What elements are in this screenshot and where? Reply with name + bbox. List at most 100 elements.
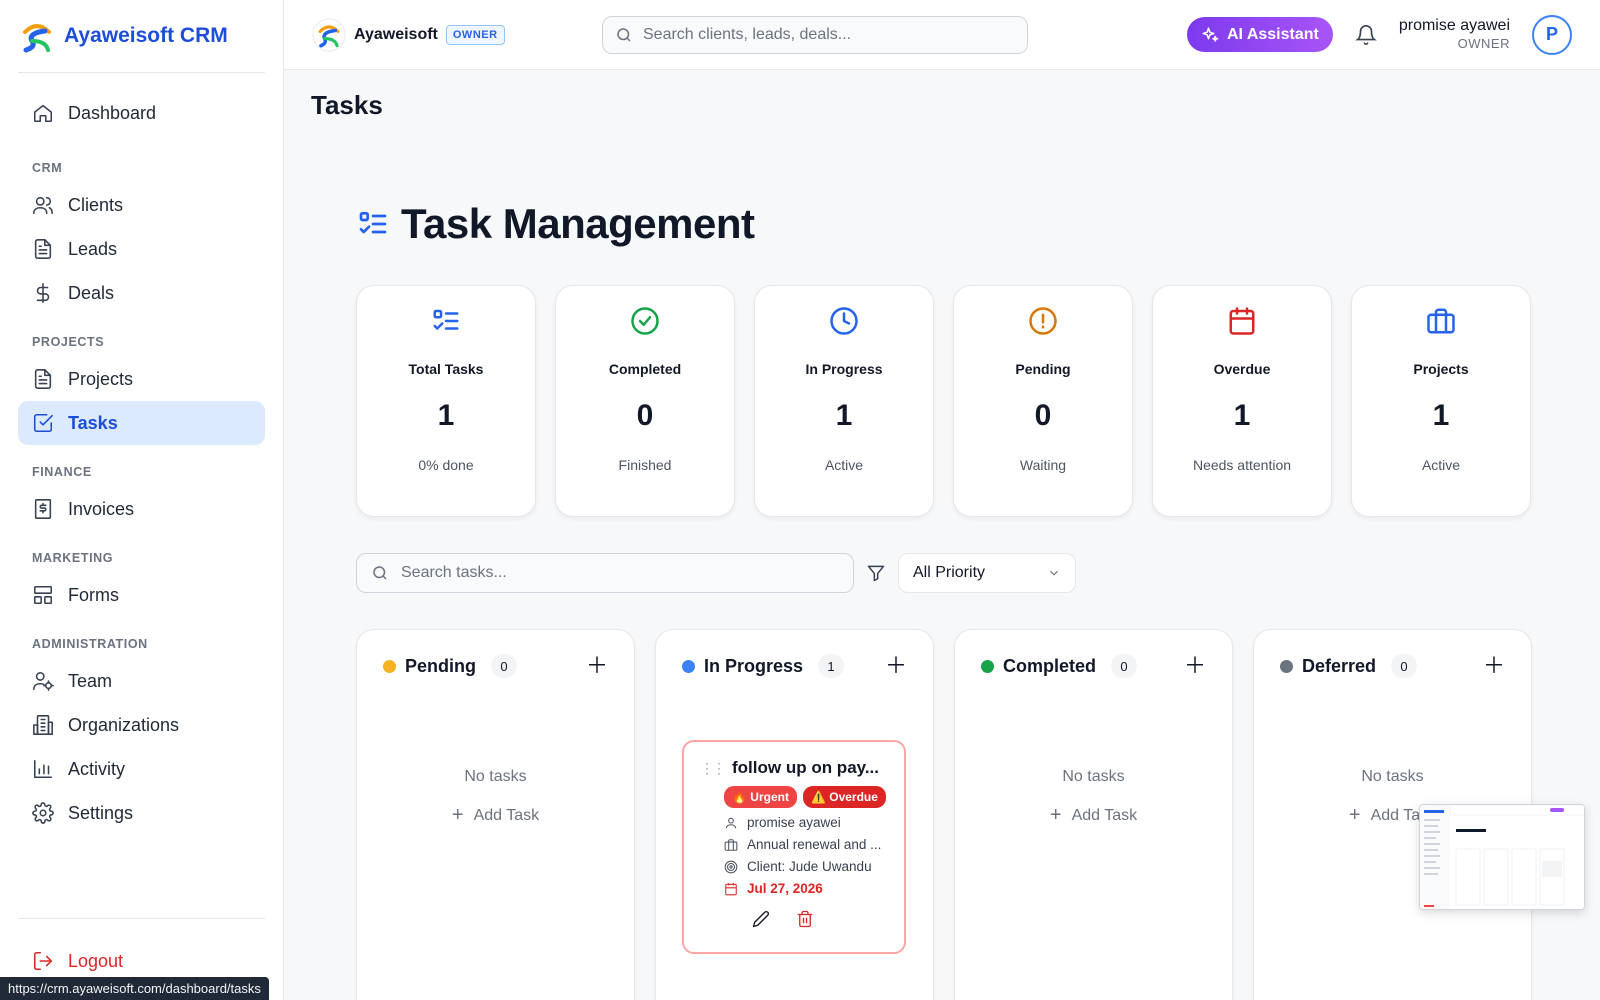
user-icon [725,817,737,828]
task-search-placeholder: Search tasks... [401,564,507,581]
check-circle-icon [631,307,659,335]
filters-bar: Search tasks... All Priority [356,553,1076,593]
role-badge: OWNER [445,24,505,45]
sidebar-item-leads[interactable]: Leads [18,227,265,271]
global-search-input[interactable]: Search clients, leads, deals... [602,15,1028,54]
sidebar-item-label: Activity [68,758,126,779]
stat-card-overdue: Overdue 1 Needs attention [1152,285,1332,517]
status-bar-url: https://crm.ayaweisoft.com/dashboard/tas… [0,977,269,1000]
sidebar-item-deals[interactable]: Deals [18,271,265,315]
section-label-marketing: MARKETING [32,551,114,565]
sidebar-item-activity[interactable]: Activity [18,747,265,791]
org-switcher[interactable]: Ayaweisoft OWNER [312,17,602,52]
add-task-label: Add Task [473,806,540,824]
stat-label: Total Tasks [408,361,484,377]
column-count: 0 [1391,654,1418,678]
priority-select[interactable]: All Priority [898,553,1076,593]
stat-subtext: Waiting [1019,457,1067,473]
chevron-down-icon [1050,570,1058,576]
task-title: follow up on pay... [732,758,880,777]
sidebar-item-dashboard[interactable]: Dashboard [18,91,265,135]
sidebar-item-clients[interactable]: Clients [18,183,265,227]
add-task-plus-button[interactable]: ＋ [1184,655,1206,677]
plus-icon: + [1348,804,1361,826]
user-info[interactable]: promise ayawei OWNER [1399,16,1510,52]
topbar-right: AI Assistant promise ayawei OWNER P [1186,14,1572,55]
plus-icon: + [1049,804,1062,826]
logout-label: Logout [68,950,124,971]
brand-name: Ayaweisoft CRM [64,24,228,47]
stat-card-completed: Completed 0 Finished [555,285,735,517]
stat-value: 1 [835,399,853,432]
bell-icon[interactable] [1354,24,1377,46]
urgent-badge: 🔥 Urgent [724,786,797,808]
task-card[interactable]: ⋮⋮ follow up on pay... 🔥 Urgent ⚠️ Overd… [682,740,906,954]
file-text-icon [34,369,52,389]
brand[interactable]: Ayaweisoft CRM [0,0,283,72]
search-icon [617,27,631,42]
column-count: 1 [818,654,845,678]
logout-icon [33,951,53,971]
stat-label: In Progress [805,361,883,377]
sidebar-item-organizations[interactable]: Organizations [18,703,265,747]
window-preview-thumbnail[interactable] [1419,804,1585,910]
sidebar-item-team[interactable]: Team [18,659,265,703]
task-search-input[interactable]: Search tasks... [356,553,854,593]
edit-icon[interactable] [752,910,770,928]
sidebar-item-label: Leads [68,238,118,259]
avatar[interactable]: P [1532,14,1572,55]
task-project: Annual renewal and ... [724,837,890,852]
add-task-plus-button[interactable]: ＋ [885,655,907,677]
stat-subtext: Active [1421,457,1461,473]
sidebar-item-invoices[interactable]: Invoices [18,487,265,531]
task-client-name: Client: Jude Uwandu [747,859,872,874]
stat-label: Pending [1015,361,1071,377]
empty-state: No tasks [464,768,527,785]
drag-handle-icon[interactable]: ⋮⋮ [700,760,726,777]
sidebar-item-settings[interactable]: Settings [18,791,265,835]
task-badges: 🔥 Urgent ⚠️ Overdue [724,786,890,808]
stats-row: Total Tasks 1 0% done Completed 0 Finish… [356,285,1531,517]
trash-icon[interactable] [796,910,814,928]
sidebar-item-label: Invoices [68,498,135,519]
column-title: Pending [405,655,476,676]
sidebar-item-label: Organizations [68,714,180,735]
add-task-plus-button[interactable]: ＋ [1483,655,1505,677]
status-dot [383,659,396,673]
section-label-projects: PROJECTS [32,335,105,349]
org-name: Ayaweisoft [354,25,438,43]
column-title: In Progress [704,655,804,676]
add-task-button[interactable]: + Add Task [955,804,1232,827]
task-due-date: Jul 27, 2026 [724,881,890,896]
filter-icon [867,565,885,582]
section-label-administration: ADMINISTRATION [32,637,148,651]
bar-chart-icon [33,759,53,779]
sidebar-item-label: Projects [68,368,134,389]
layout-icon [33,585,53,605]
sidebar-nav: Dashboard CRM Clients Leads Deals PROJEC… [0,73,283,835]
task-title-row: ⋮⋮ follow up on pay... [700,758,890,778]
stat-subtext: Active [824,457,864,473]
search-icon [373,566,387,580]
target-icon [724,860,738,873]
sidebar-item-forms[interactable]: Forms [18,573,265,617]
ai-assistant-button[interactable]: AI Assistant [1186,17,1333,52]
column-count: 0 [491,654,517,678]
list-checks-icon [433,309,459,330]
user-cog-icon [33,671,54,691]
add-task-plus-button[interactable]: ＋ [586,655,608,677]
calendar-icon [725,882,737,895]
task-assignee-name: promise ayawei [747,815,841,830]
sidebar-item-tasks[interactable]: Tasks [18,401,265,445]
sidebar-item-projects[interactable]: Projects [18,357,265,401]
task-assignee: promise ayawei [724,815,890,830]
add-task-button[interactable]: + Add Task [357,804,634,827]
column-header: Deferred 0 ＋ [1254,630,1531,678]
kanban-board: Pending 0 ＋ No tasks + Add Task In Progr… [356,629,1532,1000]
column-title: Completed [1003,655,1097,676]
task-client: Client: Jude Uwandu [724,859,890,874]
column-title: Deferred [1302,655,1377,676]
gear-icon [32,802,54,824]
stat-subtext: 0% done [418,457,474,473]
stat-subtext: Needs attention [1192,457,1292,473]
